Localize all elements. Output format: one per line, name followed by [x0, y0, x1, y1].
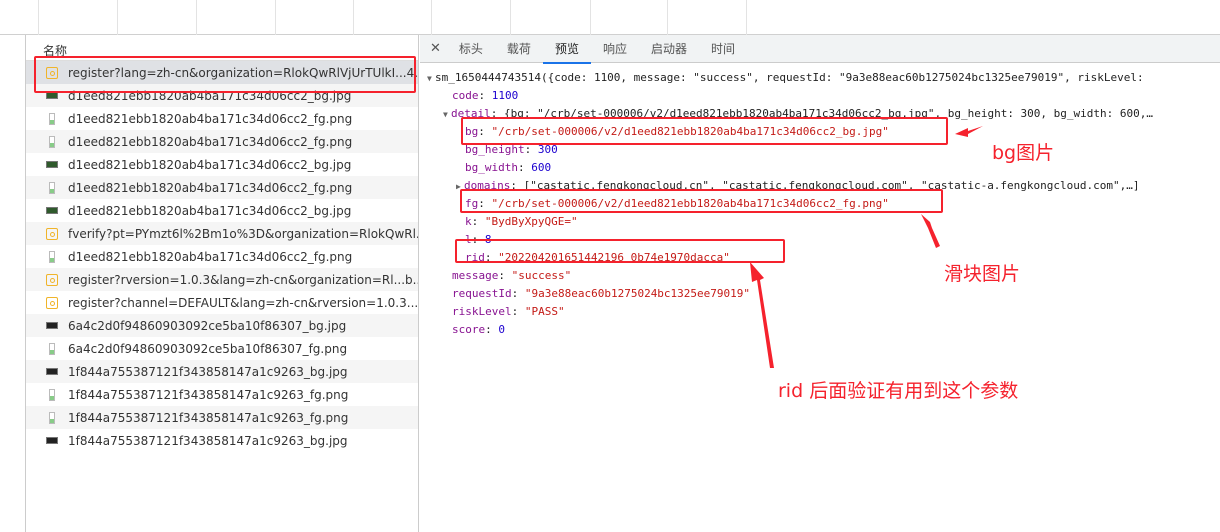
arrow-rid	[750, 262, 774, 368]
fg-note: 滑块图片	[944, 263, 1021, 285]
arrow-bg	[955, 126, 983, 137]
bg-note: bg图片	[992, 142, 1055, 164]
rid-note: rid 后面验证有用到这个参数	[778, 380, 1019, 402]
annotation-arrows	[750, 126, 983, 368]
arrow-fg	[921, 214, 940, 248]
